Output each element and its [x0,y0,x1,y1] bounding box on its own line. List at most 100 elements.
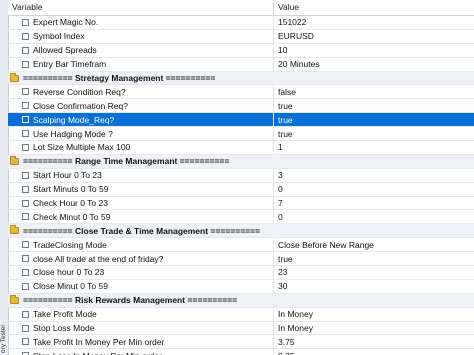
value-cell[interactable]: true [274,101,474,111]
variable-label: close All trade at the end of friday? [33,253,164,264]
grid-rows: Expert Magic No. 151022 Symbol Index EURUSD… [8,16,474,355]
variable-cell: Lot Size Multiple Max 100 [8,141,274,154]
variable-cell: TradeClosing Mode [8,238,274,252]
value-cell[interactable]: 23 [274,267,474,277]
param-row[interactable]: Start Hour 0 To 23 3 [8,168,474,183]
variable-cell: Use Hadging Mode ? [8,127,274,141]
param-row[interactable]: close All trade at the end of friday? tru… [8,252,474,267]
checkbox-icon[interactable] [22,171,29,179]
column-header-value[interactable]: Value [274,0,474,15]
checkbox-icon[interactable] [22,143,29,151]
param-row[interactable]: Scalping Mode_Req? true [8,113,474,128]
variable-cell: Scalping Mode_Req? [8,113,274,127]
value-cell[interactable]: true [274,254,474,264]
param-row[interactable]: TradeClosing Mode Close Before New Range [8,238,474,253]
variable-cell: Take Profit In Money Per Min order [8,335,274,349]
checkbox-icon[interactable] [22,310,29,318]
param-row[interactable]: Take Profit Mode In Money [8,307,474,322]
variable-label: Lot Size Multiple Max 100 [33,142,131,153]
checkbox-icon[interactable] [22,88,29,96]
value-cell[interactable]: 30 [274,281,474,291]
param-row[interactable]: Stop Loss Mode In Money [8,321,474,336]
variable-label: Start Hour 0 To 23 [33,170,102,181]
variable-label: Close Minut 0 To 59 [33,281,108,292]
variable-label: Check Hour 0 To 23 [33,198,108,209]
section-row[interactable]: ========== Stretagy Management =========… [8,71,474,86]
param-row[interactable]: Expert Magic No. 151022 [8,16,474,30]
value-cell[interactable]: true [274,129,474,139]
value-cell[interactable]: In Money [274,323,474,333]
value-cell[interactable]: 1 [274,142,474,152]
param-row[interactable]: Reverse Condition Req? false [8,85,474,100]
variable-label: Check Minut 0 To 59 [33,211,111,222]
checkbox-icon[interactable] [22,18,29,26]
variable-cell: Symbol Index [8,29,274,43]
checkbox-icon[interactable] [22,255,29,263]
value-cell[interactable]: 7 [274,198,474,208]
variable-cell: ========== Range Time Managemant =======… [8,155,474,168]
param-row[interactable]: Take Profit In Money Per Min order 3.75 [8,335,474,350]
checkbox-icon[interactable] [22,268,29,276]
param-row[interactable]: Allowed Spreads 10 [8,43,474,58]
section-row[interactable]: ========== Close Trade & Time Management… [8,224,474,239]
variable-cell: Allowed Spreads [8,43,274,57]
variable-label: Symbol Index [33,31,85,42]
value-cell[interactable]: 151022 [274,17,474,27]
param-row[interactable]: Entry Bar Timefram 20 Minutes [8,57,474,72]
value-cell[interactable]: 20 Minutes [274,59,474,69]
value-cell[interactable]: 0.25 [274,351,474,355]
value-cell[interactable]: Close Before New Range [274,240,474,250]
section-row[interactable]: ========== Risk Rewards Management =====… [8,293,474,308]
param-row[interactable]: Check Minut 0 To 59 0 [8,210,474,225]
checkbox-icon[interactable] [22,241,29,249]
value-cell[interactable]: EURUSD [274,31,474,41]
variable-label: Start Minuts 0 To 59 [33,184,109,195]
variable-label: Take Profit Mode [33,309,97,320]
variable-cell: Start Minuts 0 To 59 [8,182,274,196]
column-header-variable[interactable]: Variable [8,0,274,15]
checkbox-icon[interactable] [22,60,29,68]
checkbox-icon[interactable] [22,32,29,40]
param-row[interactable]: Check Hour 0 To 23 7 [8,196,474,211]
variable-cell: ========== Close Trade & Time Management… [8,224,474,237]
param-row[interactable]: Close hour 0 To 23 23 [8,266,474,280]
value-cell[interactable]: 0 [274,184,474,194]
value-cell[interactable]: false [274,87,474,97]
checkbox-icon[interactable] [22,282,29,290]
param-row[interactable]: Close Minut 0 To 59 30 [8,279,474,294]
param-row[interactable]: Symbol Index EURUSD [8,29,474,44]
value-cell[interactable]: 3.75 [274,337,474,347]
variable-label: ========== Range Time Managemant =======… [23,156,230,167]
section-row[interactable]: ========== Range Time Managemant =======… [8,154,474,169]
variable-label: Stop Loss Mode [33,323,95,334]
value-cell[interactable]: 3 [274,170,474,180]
value-cell[interactable]: 10 [274,45,474,55]
checkbox-icon[interactable] [22,185,29,193]
variable-label: Close Confirmation Req? [33,100,128,111]
checkbox-icon[interactable] [22,199,29,207]
value-cell[interactable]: true [274,115,474,125]
variable-cell: ========== Stretagy Management =========… [8,72,474,85]
checkbox-icon[interactable] [22,213,29,221]
value-cell[interactable]: In Money [274,309,474,319]
value-cell[interactable]: 0 [274,212,474,222]
variable-cell: Entry Bar Timefram [8,57,274,71]
variable-cell: close All trade at the end of friday? [8,252,274,266]
variable-cell: Close Minut 0 To 59 [8,279,274,293]
checkbox-icon[interactable] [22,338,29,346]
folder-icon [10,155,19,165]
grid-header: Variable Value [8,0,474,16]
checkbox-icon[interactable] [22,130,29,138]
checkbox-icon[interactable] [22,102,29,110]
variable-label: ========== Close Trade & Time Management… [23,225,261,236]
variable-label: Stop Loss In Money Per Min order [33,351,162,355]
param-row[interactable]: Start Minuts 0 To 59 0 [8,182,474,197]
param-row[interactable]: Stop Loss In Money Per Min order 0.25 [8,349,474,355]
checkbox-icon[interactable] [22,46,29,54]
checkbox-icon[interactable] [22,116,29,124]
param-row[interactable]: Close Confirmation Req? true [8,99,474,114]
param-row[interactable]: Use Hadging Mode ? true [8,127,474,142]
param-row[interactable]: Lot Size Multiple Max 100 1 [8,141,474,155]
checkbox-icon[interactable] [22,324,29,332]
variable-cell: Stop Loss Mode [8,321,274,335]
